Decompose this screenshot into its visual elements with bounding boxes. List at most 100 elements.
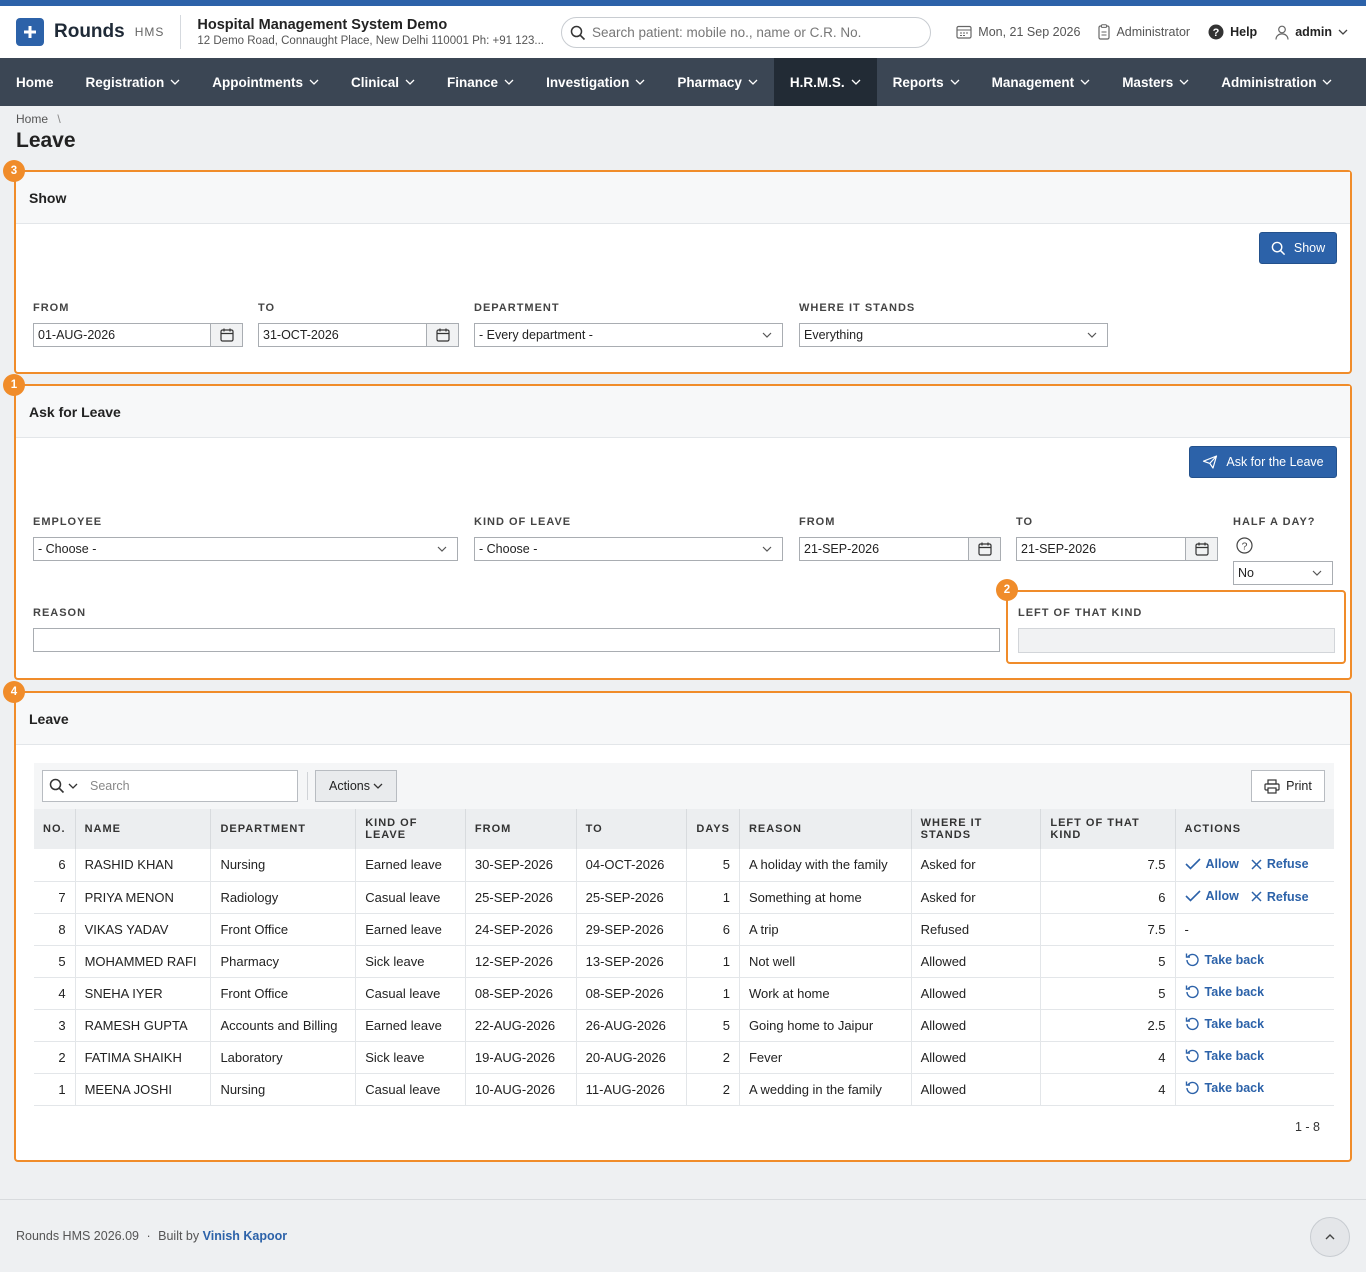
table-search-input[interactable]: Search <box>42 770 298 802</box>
kind-of-leave-select[interactable]: - Choose - <box>474 537 783 561</box>
hospital-address: 12 Demo Road, Connaught Place, New Delhi… <box>197 34 545 47</box>
cell-actions: Take back <box>1175 1009 1334 1042</box>
cell-kind: Earned leave <box>355 849 466 882</box>
close-icon <box>1251 891 1262 902</box>
footer-author-link[interactable]: Vinish Kapoor <box>203 1229 288 1243</box>
column-header[interactable]: LEFT OF THAT KIND <box>1040 809 1176 849</box>
actions-button[interactable]: Actions <box>315 770 397 802</box>
cell-left: 7.5 <box>1040 849 1176 882</box>
header-date-text: Mon, 21 Sep 2026 <box>978 25 1081 39</box>
take-back-label: Take back <box>1204 952 1265 967</box>
ask-to-calendar-button[interactable] <box>1186 537 1218 561</box>
take-back-label: Take back <box>1204 1048 1265 1063</box>
undo-icon <box>1185 1017 1199 1031</box>
nav-item-investigation[interactable]: Investigation <box>530 58 661 106</box>
nav-item-registration[interactable]: Registration <box>70 58 197 106</box>
patient-search-input[interactable]: Search patient: mobile no., name or C.R.… <box>561 17 931 48</box>
help-text: Help <box>1230 25 1258 39</box>
department-select[interactable]: - Every department - <box>474 323 783 347</box>
nav-item-masters[interactable]: Masters <box>1106 58 1205 106</box>
allow-button[interactable]: Allow <box>1184 889 1239 903</box>
refuse-label: Refuse <box>1266 857 1309 872</box>
refuse-button[interactable]: Refuse <box>1251 890 1309 904</box>
take-back-button[interactable]: Take back <box>1185 952 1265 967</box>
column-header[interactable]: FROM <box>465 809 577 849</box>
show-button[interactable]: Show <box>1259 232 1337 264</box>
take-back-button[interactable]: Take back <box>1185 984 1265 999</box>
nav-item-home[interactable]: Home <box>0 58 70 106</box>
cell-kind: Sick leave <box>355 1041 466 1074</box>
nav-item-clinical[interactable]: Clinical <box>335 58 431 106</box>
take-back-label: Take back <box>1204 984 1265 999</box>
help-link[interactable]: ? Help <box>1208 24 1257 40</box>
nav-item-label: Management <box>991 74 1075 90</box>
half-a-day-help-icon[interactable]: ? <box>1236 537 1253 554</box>
svg-text:?: ? <box>1213 27 1220 39</box>
column-header[interactable]: TO <box>576 809 688 849</box>
print-button[interactable]: Print <box>1251 770 1325 802</box>
app-logo[interactable]: Rounds HMS <box>16 18 164 46</box>
show-from-calendar-button[interactable] <box>211 323 243 347</box>
reason-input[interactable] <box>33 628 1000 652</box>
header-role[interactable]: Administrator <box>1098 24 1190 40</box>
nav-item-appointments[interactable]: Appointments <box>196 58 335 106</box>
table-header-row: NO. NAME DEPARTMENT KIND OF LEAVE FROM TO DAYS… <box>34 809 1334 849</box>
ask-to-label: TO <box>1016 516 1034 528</box>
column-header[interactable]: DEPARTMENT <box>210 809 357 849</box>
column-header[interactable]: KIND OF LEAVE <box>355 809 466 849</box>
table-row: 6 RASHID KHAN Nursing Earned leave 30-SEP-20… <box>34 849 1334 882</box>
nav-item-label: Investigation <box>546 74 630 90</box>
take-back-button[interactable]: Take back <box>1185 1048 1265 1063</box>
table-row: 2 FATIMA SHAIKH Laboratory Sick leave 19-AUG… <box>34 1041 1334 1074</box>
ask-leave-panel-title: Ask for Leave <box>16 386 1350 438</box>
nav-item-h-r-m-s[interactable]: H.R.M.S. <box>773 58 877 106</box>
actions-button-label: Actions <box>329 779 370 793</box>
take-back-button[interactable]: Take back <box>1185 1016 1264 1031</box>
chevron-down-icon <box>405 79 415 85</box>
search-icon <box>1271 241 1285 255</box>
cell-from: 12-SEP-2026 <box>465 945 577 978</box>
nav-item-reports[interactable]: Reports <box>877 58 976 106</box>
cell-from: 24-SEP-2026 <box>465 913 577 946</box>
half-a-day-select[interactable]: No <box>1233 561 1333 585</box>
chevron-down-icon <box>748 79 758 85</box>
user-menu[interactable]: admin <box>1275 25 1348 40</box>
take-back-button[interactable]: Take back <box>1185 1080 1264 1095</box>
scroll-top-button[interactable] <box>1310 1217 1350 1257</box>
search-icon <box>49 778 65 794</box>
column-header[interactable]: REASON <box>739 809 912 849</box>
undo-icon <box>1185 1049 1199 1063</box>
ask-to-field[interactable]: 21-SEP-2026 <box>1016 537 1186 561</box>
employee-select-value: - Choose - <box>38 542 97 556</box>
column-header[interactable]: WHERE IT STANDS <box>911 809 1042 849</box>
cell-dept: Front Office <box>210 913 357 946</box>
nav-item-finance[interactable]: Finance <box>431 58 530 106</box>
nav-item-pharmacy[interactable]: Pharmacy <box>661 58 774 106</box>
ask-for-leave-button[interactable]: Ask for the Leave <box>1189 446 1337 478</box>
ask-from-calendar-button[interactable] <box>969 537 1001 561</box>
nav-item-management[interactable]: Management <box>976 58 1107 106</box>
employee-select[interactable]: - Choose - <box>33 537 458 561</box>
refuse-button[interactable]: Refuse <box>1251 857 1309 871</box>
clipboard-icon <box>1098 24 1111 40</box>
chevron-down-icon <box>1323 79 1332 85</box>
allow-button[interactable]: Allow <box>1184 857 1239 871</box>
column-header[interactable]: NAME <box>75 809 212 849</box>
cell-no: 1 <box>34 1073 76 1106</box>
nav-item-label: Administration <box>1221 74 1317 90</box>
show-to-calendar-button[interactable] <box>427 323 459 347</box>
plane-icon <box>1203 455 1218 469</box>
breadcrumb: Home \ <box>16 112 61 126</box>
column-header[interactable]: ACTIONS <box>1175 809 1334 849</box>
show-to-field[interactable]: 31-OCT-2026 <box>258 323 427 347</box>
leave-list-panel-title: Leave <box>16 693 1350 745</box>
column-header[interactable]: DAYS <box>686 809 740 849</box>
nav-item-administration[interactable]: Administration <box>1205 58 1348 106</box>
nav-item-label: Appointments <box>212 74 304 90</box>
where-it-stands-select[interactable]: Everything <box>799 323 1108 347</box>
show-from-field[interactable]: 01-AUG-2026 <box>33 323 211 347</box>
ask-from-field[interactable]: 21-SEP-2026 <box>799 537 969 561</box>
column-header[interactable]: NO. <box>34 809 76 849</box>
breadcrumb-home[interactable]: Home <box>16 112 48 126</box>
header-date: Mon, 21 Sep 2026 <box>956 25 1080 39</box>
